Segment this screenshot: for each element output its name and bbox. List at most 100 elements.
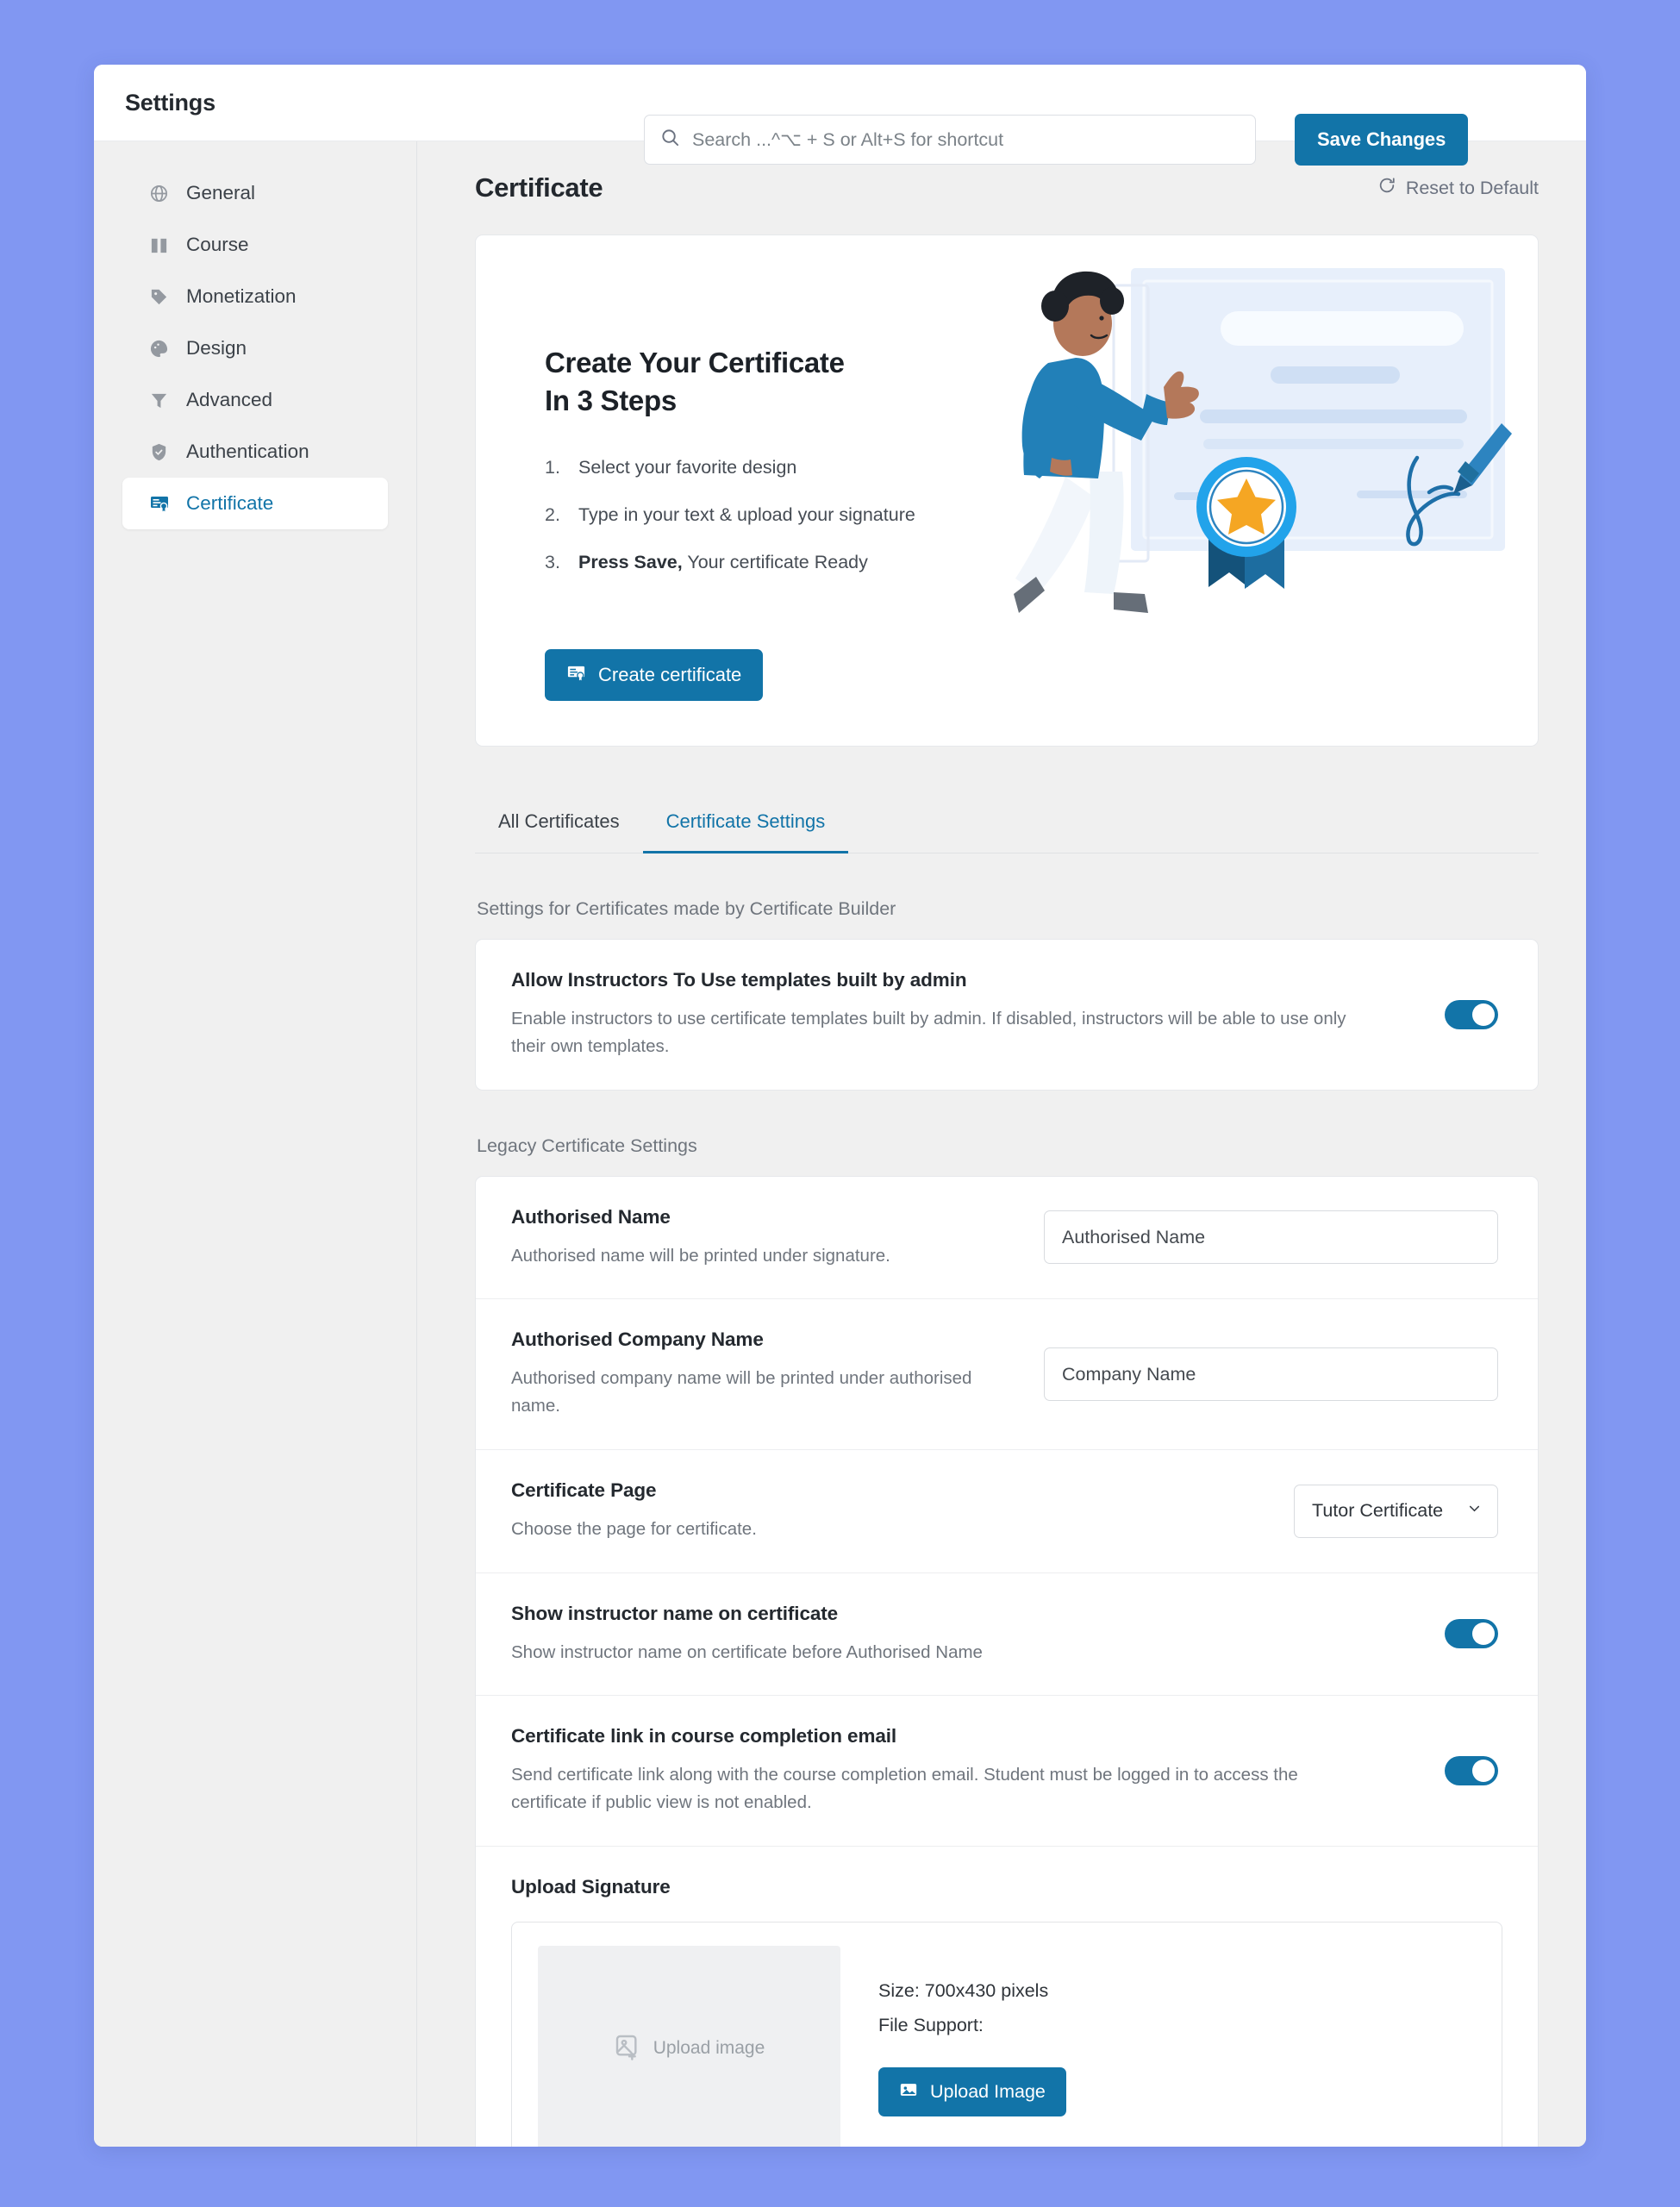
certificate-page-select[interactable]: Tutor Certificate (1294, 1484, 1498, 1538)
upload-image-label: Upload Image (930, 2081, 1046, 2103)
allow-instructors-toggle[interactable] (1445, 999, 1498, 1029)
setting-row-allow-instructors: Allow Instructors To Use templates built… (476, 940, 1538, 1090)
sidebar-item-label: Course (186, 234, 249, 255)
setting-row-authorised-name: Authorised Name Authorised name will be … (476, 1177, 1538, 1299)
app-title: Settings (125, 89, 215, 116)
refresh-icon (1377, 176, 1396, 200)
setting-title: Certificate link in course completion em… (511, 1725, 897, 1747)
sidebar-item-general[interactable]: General (122, 167, 388, 219)
hero-heading-line1: Create Your Certificate (545, 347, 845, 378)
setting-description: Authorised company name will be printed … (511, 1368, 972, 1416)
setting-description: Enable instructors to use certificate te… (511, 1009, 1346, 1056)
row-main: Allow Instructors To Use templates built… (511, 969, 1419, 1060)
setting-row-upload-signature: Upload Signature Upload image Size: 700x… (476, 1845, 1538, 2147)
certificate-page-selected-value: Tutor Certificate (1312, 1500, 1444, 1522)
upload-meta: Size: 700x430 pixels File Support: Uploa… (878, 1980, 1066, 2117)
sidebar-item-certificate[interactable]: Certificate (122, 478, 388, 529)
authorised-company-name-input[interactable] (1044, 1347, 1498, 1402)
signature-image-dropzone[interactable]: Upload image (538, 1945, 840, 2147)
image-icon (899, 2080, 918, 2104)
toggle-knob (1472, 1760, 1495, 1783)
save-changes-button[interactable]: Save Changes (1295, 114, 1469, 166)
palette-icon (148, 338, 170, 359)
setting-row-certificate-link-email: Certificate link in course completion em… (476, 1695, 1538, 1846)
search-input[interactable] (692, 128, 1240, 151)
certificate-link-email-toggle[interactable] (1445, 1756, 1498, 1786)
sidebar-item-course[interactable]: Course (122, 219, 388, 271)
top-bar: Settings Save Changes (94, 65, 1586, 166)
sidebar-item-label: Advanced (186, 389, 273, 410)
certificate-illustration (986, 261, 1521, 628)
show-instructor-name-toggle[interactable] (1445, 1619, 1498, 1649)
legacy-settings-card: Authorised Name Authorised name will be … (475, 1175, 1539, 2147)
row-main: Authorised Name Authorised name will be … (511, 1206, 1018, 1270)
builder-section-label: Settings for Certificates made by Certif… (477, 898, 896, 919)
setting-description: Choose the page for certificate. (511, 1518, 757, 1539)
sidebar-item-label: General (186, 182, 256, 203)
book-icon (148, 234, 170, 256)
step-number: 1. (545, 457, 560, 478)
step-text: Type in your text & upload your signatur… (578, 504, 915, 526)
page-title: Certificate (475, 172, 603, 203)
funnel-icon (148, 390, 170, 411)
globe-icon (148, 183, 170, 204)
create-certificate-hero-card: Create Your Certificate In 3 Steps 1. Se… (475, 234, 1539, 747)
hero-text-block: Create Your Certificate In 3 Steps 1. Se… (545, 344, 1027, 598)
sidebar-item-label: Design (186, 337, 247, 359)
toggle-knob (1472, 1622, 1495, 1646)
setting-title: Certificate Page (511, 1479, 657, 1501)
settings-sidebar: General Course Monetization Design Advan… (94, 141, 417, 2147)
setting-title: Show instructor name on certificate (511, 1602, 839, 1624)
chevron-down-icon (1466, 1500, 1483, 1522)
price-tag-icon (148, 286, 170, 308)
toggle-knob (1472, 1003, 1495, 1026)
sidebar-item-label: Authentication (186, 441, 309, 462)
setting-title: Authorised Company Name (511, 1329, 764, 1351)
tab-all-certificates[interactable]: All Certificates (475, 797, 643, 853)
search-icon (660, 128, 680, 152)
setting-title: Upload Signature (511, 1875, 671, 1898)
reset-to-default-label: Reset to Default (1405, 177, 1539, 198)
sidebar-item-label: Certificate (186, 492, 274, 514)
hero-step: 3. Press Save, Your certificate Ready (545, 551, 1027, 575)
hero-steps-list: 1. Select your favorite design 2. Type i… (545, 456, 1027, 575)
sidebar-item-advanced[interactable]: Advanced (122, 374, 388, 426)
step-text: Select your favorite design (578, 457, 797, 478)
create-certificate-button[interactable]: Create certificate (545, 649, 764, 701)
tab-certificate-settings[interactable]: Certificate Settings (642, 797, 849, 853)
setting-description: Show instructor name on certificate befo… (511, 1641, 983, 1662)
step-number: 2. (545, 504, 560, 526)
upload-signature-box: Upload image Size: 700x430 pixels File S… (511, 1921, 1502, 2147)
image-size-label: Size: 700x430 pixels (878, 1980, 1049, 2002)
reset-to-default-button[interactable]: Reset to Default (1377, 176, 1539, 200)
step-text: Your certificate Ready (687, 552, 868, 573)
file-support-label: File Support: (878, 2015, 984, 2036)
authorised-name-input[interactable] (1044, 1210, 1498, 1265)
upload-image-placeholder-label: Upload image (653, 2038, 765, 2059)
sidebar-item-design[interactable]: Design (122, 322, 388, 374)
hero-heading-line2: In 3 Steps (545, 385, 677, 417)
hero-heading: Create Your Certificate In 3 Steps (545, 344, 1027, 420)
setting-row-certificate-page: Certificate Page Choose the page for cer… (476, 1448, 1538, 1572)
step-text-group: Press Save, Your certificate Ready (578, 551, 868, 575)
builder-settings-card: Allow Instructors To Use templates built… (475, 939, 1539, 1091)
setting-title: Authorised Name (511, 1205, 671, 1228)
search-field-wrapper[interactable] (644, 115, 1256, 165)
sidebar-item-authentication[interactable]: Authentication (122, 426, 388, 478)
certificate-icon (566, 663, 586, 688)
step-text-emphasis: Press Save, (578, 552, 683, 573)
setting-description: Authorised name will be printed under si… (511, 1245, 890, 1266)
certificate-tabs: All Certificates Certificate Settings (475, 797, 1539, 853)
step-number: 3. (545, 552, 560, 573)
row-main: Authorised Company Name Authorised compa… (511, 1329, 1018, 1420)
hero-step: 2. Type in your text & upload your signa… (545, 503, 1027, 528)
setting-row-authorised-company: Authorised Company Name Authorised compa… (476, 1298, 1538, 1449)
page-header: Certificate Reset to Default (475, 172, 1539, 203)
image-placeholder-icon (614, 2033, 641, 2065)
upload-image-button[interactable]: Upload Image (878, 2067, 1066, 2117)
row-main: Certificate link in course completion em… (511, 1725, 1419, 1816)
body-split: General Course Monetization Design Advan… (94, 141, 1586, 2147)
sidebar-item-monetization[interactable]: Monetization (122, 271, 388, 322)
settings-window: Settings Save Changes General (94, 65, 1586, 2147)
hero-step: 1. Select your favorite design (545, 456, 1027, 480)
